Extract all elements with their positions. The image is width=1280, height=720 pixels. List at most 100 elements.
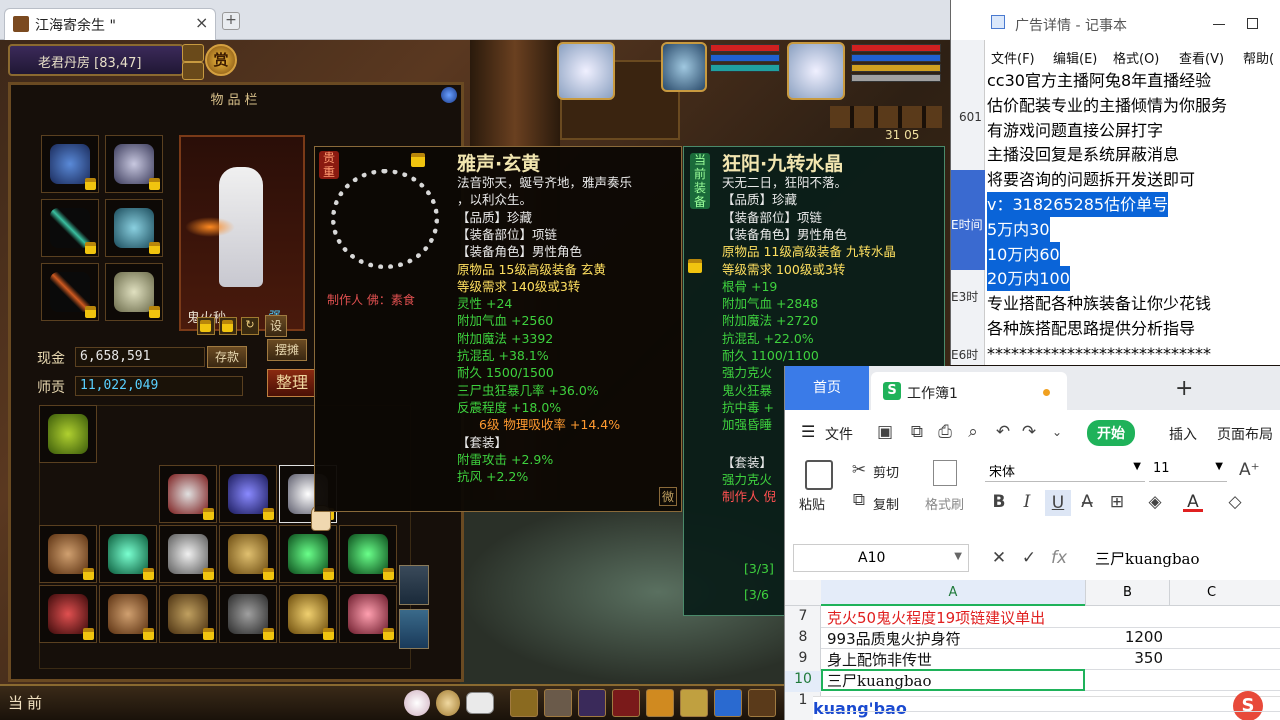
- page-layout-tab[interactable]: 页面布局: [1217, 424, 1273, 444]
- underline-icon[interactable]: U: [1045, 490, 1071, 516]
- bold-icon[interactable]: B: [989, 492, 1009, 512]
- bag-slot-r3c5[interactable]: [279, 525, 337, 583]
- paste-button[interactable]: 粘贴: [799, 494, 825, 513]
- lock-button-1[interactable]: [197, 317, 215, 335]
- eraser-icon[interactable]: ◇: [1225, 492, 1245, 512]
- row-header[interactable]: 9: [785, 650, 821, 666]
- skill-slot-8-icon[interactable]: [748, 689, 776, 717]
- start-tab[interactable]: 开始: [1087, 420, 1135, 446]
- column-header-b[interactable]: B: [1085, 580, 1169, 606]
- pet-avatar[interactable]: [557, 42, 615, 100]
- cell-b[interactable]: 1200: [1085, 628, 1163, 646]
- export-icon[interactable]: ⧉: [907, 422, 927, 442]
- bag-slot-r4c4[interactable]: [219, 585, 277, 643]
- deposit-button[interactable]: 存款: [207, 346, 247, 368]
- increase-font-icon[interactable]: A⁺: [1239, 460, 1260, 480]
- bag-slot-r3c1[interactable]: [39, 525, 97, 583]
- format-brush-button[interactable]: 格式刷: [925, 494, 964, 513]
- new-sheet-tab-icon[interactable]: +: [1175, 376, 1193, 401]
- bag-slot-r4c5[interactable]: [279, 585, 337, 643]
- wps-home-tab[interactable]: 首页: [785, 366, 869, 410]
- player-avatar[interactable]: [661, 42, 707, 92]
- skill-slot-5-icon[interactable]: [646, 689, 674, 717]
- wps-sheet-tab[interactable]: S 工作簿1: [871, 372, 1067, 410]
- column-header-a[interactable]: A: [821, 580, 1085, 606]
- equip-slot-necklace[interactable]: [105, 135, 163, 193]
- save-icon[interactable]: ▣: [875, 422, 895, 442]
- settings-button[interactable]: 设: [265, 315, 287, 337]
- row-header[interactable]: 10: [785, 671, 821, 692]
- bag-slot-r3c6[interactable]: [339, 525, 397, 583]
- bag-slot-amulet[interactable]: [219, 465, 277, 523]
- equip-slot-armor[interactable]: [105, 199, 163, 257]
- reward-icon[interactable]: 赏: [205, 44, 237, 76]
- redo-icon[interactable]: ↷: [1019, 422, 1039, 442]
- cell-b[interactable]: 350: [1085, 649, 1163, 667]
- bag-slot-r3c2[interactable]: [99, 525, 157, 583]
- chat-channel-label[interactable]: 当前: [8, 692, 46, 713]
- bag-slot-r3c4[interactable]: [219, 525, 277, 583]
- fill-color-icon[interactable]: ◈: [1145, 492, 1165, 512]
- new-tab-button[interactable]: +: [222, 12, 240, 30]
- insert-tab[interactable]: 插入: [1169, 424, 1197, 444]
- font-color-icon[interactable]: A: [1183, 492, 1203, 512]
- emote-icon[interactable]: [404, 690, 430, 716]
- menu-edit[interactable]: 编辑(E): [1053, 48, 1097, 67]
- bag-side-tab-1[interactable]: [399, 565, 429, 605]
- map-zoom-button[interactable]: [182, 62, 204, 80]
- copy-icon[interactable]: ⧉: [849, 490, 869, 510]
- file-menu[interactable]: 文件: [825, 424, 853, 444]
- bag-slot-r4c1[interactable]: [39, 585, 97, 643]
- row-header[interactable]: 7: [785, 608, 821, 624]
- font-size-select[interactable]: 11 ▼: [1149, 458, 1227, 482]
- row-header[interactable]: 8: [785, 629, 821, 645]
- chat-bubble-icon[interactable]: [466, 692, 494, 714]
- equip-slot-belt[interactable]: [41, 263, 99, 321]
- function-icon[interactable]: fx: [1049, 548, 1069, 568]
- preview-icon[interactable]: ⌕: [963, 422, 983, 442]
- player-avatar-2[interactable]: [787, 42, 845, 100]
- sort-button[interactable]: 整理: [267, 369, 317, 397]
- italic-icon[interactable]: I: [1017, 492, 1037, 512]
- cancel-edit-icon[interactable]: ✕: [989, 548, 1009, 568]
- equip-slot-helmet[interactable]: [41, 135, 99, 193]
- skill-slot-1-icon[interactable]: [510, 689, 538, 717]
- notepad-window[interactable]: 601 E时间 E3时 E6时 广告详情 - 记事本 文件(F) 编辑(E) 格…: [950, 0, 1280, 365]
- skill-slot-6-icon[interactable]: [680, 689, 708, 717]
- bag-slot-1[interactable]: [39, 405, 97, 463]
- bag-slot-r4c6[interactable]: [339, 585, 397, 643]
- cell-a[interactable]: 身上配饰非传世: [827, 649, 932, 670]
- font-name-select[interactable]: 宋体 ▼: [985, 458, 1145, 482]
- row-header[interactable]: 1: [785, 692, 821, 708]
- lock-button-2[interactable]: [219, 317, 237, 335]
- equip-slot-weapon[interactable]: [41, 199, 99, 257]
- confirm-edit-icon[interactable]: ✓: [1019, 548, 1039, 568]
- inventory-close-icon[interactable]: [441, 87, 457, 103]
- name-box[interactable]: A10 ▼: [793, 544, 969, 572]
- column-header-c[interactable]: C: [1169, 580, 1253, 606]
- browser-tab[interactable]: 江海寄余生 " ×: [4, 8, 216, 40]
- close-tab-icon[interactable]: ×: [195, 13, 208, 32]
- doll-icon[interactable]: [436, 690, 460, 716]
- cell-a[interactable]: 993品质鬼火护身符: [827, 628, 961, 649]
- bag-slot-ring[interactable]: [159, 465, 217, 523]
- menu-help[interactable]: 帮助(: [1243, 48, 1274, 67]
- bag-slot-r4c2[interactable]: [99, 585, 157, 643]
- map-toggle-button[interactable]: [182, 44, 204, 62]
- format-brush-icon[interactable]: [933, 460, 957, 486]
- dropdown-icon[interactable]: ⌄: [1047, 422, 1067, 442]
- undo-icon[interactable]: ↶: [993, 422, 1013, 442]
- menu-format[interactable]: 格式(O): [1113, 48, 1159, 67]
- strikethrough-icon[interactable]: A̶: [1077, 492, 1097, 512]
- border-icon[interactable]: ⊞: [1107, 492, 1127, 512]
- menu-view[interactable]: 查看(V): [1179, 48, 1224, 67]
- refresh-button[interactable]: ↻: [241, 317, 259, 335]
- minimize-icon[interactable]: [1213, 24, 1225, 25]
- skill-slot-4-icon[interactable]: [612, 689, 640, 717]
- bag-slot-r4c3[interactable]: [159, 585, 217, 643]
- copy-button[interactable]: 复制: [873, 494, 899, 513]
- menu-file[interactable]: 文件(F): [991, 48, 1035, 67]
- scissors-icon[interactable]: ✂: [849, 460, 869, 480]
- paste-icon[interactable]: [805, 460, 833, 490]
- bag-slot-r3c3[interactable]: [159, 525, 217, 583]
